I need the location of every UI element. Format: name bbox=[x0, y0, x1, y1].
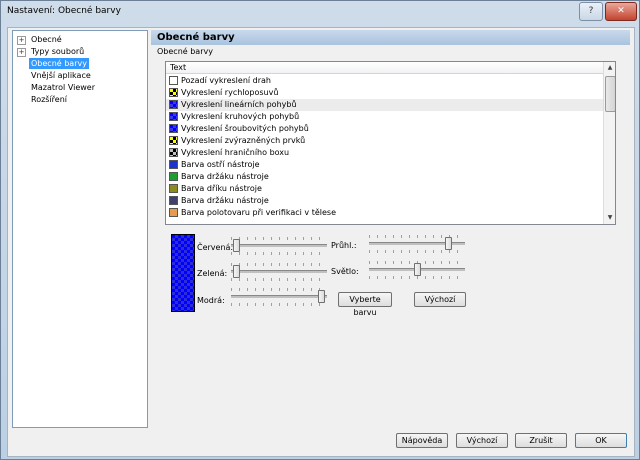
color-preview bbox=[171, 234, 195, 312]
default-color-button[interactable]: Výchozí bbox=[414, 292, 466, 307]
ok-button[interactable]: OK bbox=[575, 433, 627, 448]
color-swatch bbox=[169, 76, 178, 85]
blue-label: Modrá: bbox=[197, 296, 225, 305]
group-label: Obecné barvy bbox=[157, 47, 213, 56]
window-title: Nastavení: Obecné barvy bbox=[7, 6, 121, 16]
tree-item-label: Rozšíření bbox=[31, 95, 68, 104]
tree-item-label: Obecné barvy bbox=[29, 58, 89, 69]
slider-thumb[interactable] bbox=[232, 265, 240, 278]
color-list-item[interactable]: Vykreslení šroubovitých pohybů bbox=[166, 123, 603, 135]
green-label: Zelená: bbox=[197, 269, 228, 278]
slider-thumb[interactable] bbox=[318, 290, 326, 303]
help-button[interactable]: Nápověda bbox=[396, 433, 448, 448]
green-slider[interactable] bbox=[231, 263, 327, 281]
panel-title: Obecné barvy bbox=[151, 30, 630, 45]
slider-ticks bbox=[231, 278, 327, 281]
scroll-up-icon[interactable]: ▲ bbox=[605, 62, 615, 73]
color-item-label: Vykreslení lineárních pohybů bbox=[181, 100, 297, 109]
choose-color-button[interactable]: Vyberte barvu bbox=[338, 292, 392, 317]
slider-thumb[interactable] bbox=[444, 237, 452, 250]
color-list-item[interactable]: Barva držáku nástroje bbox=[166, 171, 603, 183]
list-scrollbar[interactable]: ▲ ▼ bbox=[603, 62, 615, 224]
color-list-item[interactable]: Vykreslení zvýrazněných prvků bbox=[166, 135, 603, 147]
help-icon[interactable]: ? bbox=[579, 2, 603, 21]
color-item-label: Barva polotovaru při verifikaci v tělese bbox=[181, 208, 336, 217]
color-swatch bbox=[169, 112, 178, 121]
color-item-label: Vykreslení hraničního boxu bbox=[181, 148, 290, 157]
color-list-item[interactable]: Vykreslení lineárních pohybů bbox=[166, 99, 603, 111]
slider-ticks bbox=[231, 237, 327, 240]
color-swatch bbox=[169, 148, 178, 157]
scroll-down-icon[interactable]: ▼ bbox=[605, 212, 615, 223]
color-item-label: Vykreslení rychloposuvů bbox=[181, 88, 279, 97]
blue-slider[interactable] bbox=[231, 288, 327, 306]
settings-panel: Obecné barvy Obecné barvy Text Pozadí vy… bbox=[151, 30, 630, 426]
scroll-thumb[interactable] bbox=[605, 76, 615, 112]
color-item-label: Barva ostří nástroje bbox=[181, 160, 260, 169]
alpha-label: Průhl.: bbox=[331, 241, 357, 250]
client-area: + Obecné + Typy souborů Obecné barvy Vnější a… bbox=[7, 27, 635, 457]
tree-item-label: Typy souborů bbox=[31, 47, 85, 56]
light-slider[interactable] bbox=[369, 261, 465, 279]
settings-window: Nastavení: Obecné barvy ? ✕ + Obecné + Typy… bbox=[0, 0, 640, 460]
slider-track[interactable] bbox=[231, 270, 327, 273]
slider-track[interactable] bbox=[231, 244, 327, 247]
tree-item-label: Mazatrol Viewer bbox=[31, 83, 96, 92]
color-swatch bbox=[169, 88, 178, 97]
slider-track[interactable] bbox=[231, 295, 327, 298]
slider-ticks bbox=[231, 252, 327, 255]
expand-icon[interactable]: + bbox=[17, 48, 26, 57]
tree-item-label: Vnější aplikace bbox=[31, 71, 91, 80]
close-icon[interactable]: ✕ bbox=[605, 2, 637, 21]
color-swatch bbox=[169, 208, 178, 217]
color-list-item[interactable]: Barva dříku nástroje bbox=[166, 183, 603, 195]
color-item-label: Barva držáku nástroje bbox=[181, 196, 269, 205]
color-swatch bbox=[169, 136, 178, 145]
color-item-label: Vykreslení zvýrazněných prvků bbox=[181, 136, 306, 145]
color-swatch bbox=[169, 160, 178, 169]
color-item-label: Barva držáku nástroje bbox=[181, 172, 269, 181]
red-label: Červená: bbox=[197, 243, 234, 252]
red-slider[interactable] bbox=[231, 237, 327, 255]
color-list-item[interactable]: Barva polotovaru při verifikaci v tělese bbox=[166, 207, 603, 219]
expand-icon[interactable]: + bbox=[17, 36, 26, 45]
color-swatch bbox=[169, 100, 178, 109]
color-list-item[interactable]: Barva držáku nástroje bbox=[166, 195, 603, 207]
color-list[interactable]: Text Pozadí vykreslení drah Vykreslení ry… bbox=[165, 61, 616, 225]
slider-ticks bbox=[369, 250, 465, 253]
color-list-item[interactable]: Vykreslení hraničního boxu bbox=[166, 147, 603, 159]
alpha-slider[interactable] bbox=[369, 235, 465, 253]
color-swatch bbox=[169, 124, 178, 133]
color-item-label: Barva dříku nástroje bbox=[181, 184, 262, 193]
cancel-button[interactable]: Zrušit bbox=[515, 433, 567, 448]
tree-item-label: Obecné bbox=[31, 35, 62, 44]
color-swatch bbox=[169, 172, 178, 181]
slider-ticks bbox=[369, 276, 465, 279]
light-label: Světlo: bbox=[331, 267, 359, 276]
color-list-item[interactable]: Barva ostří nástroje bbox=[166, 159, 603, 171]
slider-thumb[interactable] bbox=[413, 263, 421, 276]
color-list-item[interactable]: Pozadí vykreslení drah bbox=[166, 75, 603, 87]
color-item-label: Vykreslení kruhových pohybů bbox=[181, 112, 300, 121]
slider-ticks bbox=[231, 303, 327, 306]
slider-ticks bbox=[231, 288, 327, 291]
title-bar: Nastavení: Obecné barvy ? ✕ bbox=[1, 1, 639, 23]
slider-ticks bbox=[231, 263, 327, 266]
slider-thumb[interactable] bbox=[232, 239, 240, 252]
list-column-header[interactable]: Text bbox=[166, 62, 603, 74]
color-list-item[interactable]: Vykreslení kruhových pohybů bbox=[166, 111, 603, 123]
color-item-label: Vykreslení šroubovitých pohybů bbox=[181, 124, 309, 133]
default-button[interactable]: Výchozí bbox=[456, 433, 508, 448]
color-swatch bbox=[169, 184, 178, 193]
settings-tree[interactable]: + Obecné + Typy souborů Obecné barvy Vnější a… bbox=[12, 30, 148, 428]
color-item-label: Pozadí vykreslení drah bbox=[181, 76, 272, 85]
color-swatch bbox=[169, 196, 178, 205]
color-list-item[interactable]: Vykreslení rychloposuvů bbox=[166, 87, 603, 99]
